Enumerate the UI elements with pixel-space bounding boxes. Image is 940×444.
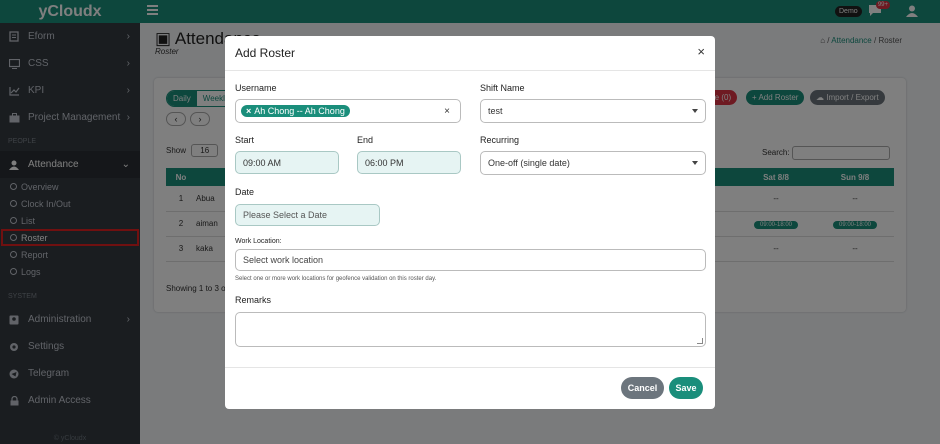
close-icon[interactable]: × bbox=[697, 44, 705, 59]
recurring-value: One-off (single date) bbox=[488, 158, 570, 168]
start-time-input[interactable]: 09:00 AM bbox=[235, 151, 339, 174]
cancel-button[interactable]: Cancel bbox=[621, 377, 664, 399]
add-roster-modal: Add Roster × Username × Ah Chong -- Ah Ch… bbox=[225, 36, 715, 409]
remove-tag-icon[interactable]: × bbox=[246, 106, 251, 116]
end-label: End bbox=[357, 135, 374, 145]
shift-name-select[interactable]: test bbox=[480, 99, 706, 123]
date-placeholder: Please Select a Date bbox=[243, 210, 328, 220]
start-label: Start bbox=[235, 135, 255, 145]
end-time-input[interactable]: 06:00 PM bbox=[357, 151, 461, 174]
remarks-label: Remarks bbox=[235, 295, 272, 305]
save-button[interactable]: Save bbox=[669, 377, 703, 399]
recurring-label: Recurring bbox=[480, 135, 520, 145]
date-input[interactable]: Please Select a Date bbox=[235, 204, 380, 226]
date-label: Date bbox=[235, 187, 255, 197]
username-tag[interactable]: × Ah Chong -- Ah Chong bbox=[241, 105, 350, 117]
modal-title: Add Roster bbox=[235, 46, 296, 60]
end-time-value: 06:00 PM bbox=[365, 157, 404, 168]
shift-name-label: Shift Name bbox=[480, 83, 525, 93]
username-tag-label: Ah Chong -- Ah Chong bbox=[254, 106, 345, 116]
resize-handle-icon[interactable] bbox=[697, 338, 703, 344]
work-location-help-text: Select one or more work locations for ge… bbox=[235, 276, 437, 282]
clear-icon[interactable]: × bbox=[444, 106, 450, 117]
username-select[interactable]: × Ah Chong -- Ah Chong × bbox=[235, 99, 461, 123]
recurring-select[interactable]: One-off (single date) bbox=[480, 151, 706, 175]
start-time-value: 09:00 AM bbox=[243, 157, 282, 168]
shift-name-value: test bbox=[488, 106, 503, 116]
remarks-textarea[interactable] bbox=[235, 312, 706, 347]
work-location-placeholder: Select work location bbox=[243, 255, 324, 265]
modal-header: Add Roster × bbox=[225, 36, 715, 71]
modal-footer-divider bbox=[225, 367, 715, 368]
chevron-down-icon bbox=[692, 161, 698, 165]
work-location-label: Work Location: bbox=[235, 238, 282, 245]
work-location-select[interactable]: Select work location bbox=[235, 249, 706, 271]
chevron-down-icon bbox=[692, 109, 698, 113]
username-label: Username bbox=[235, 83, 277, 93]
